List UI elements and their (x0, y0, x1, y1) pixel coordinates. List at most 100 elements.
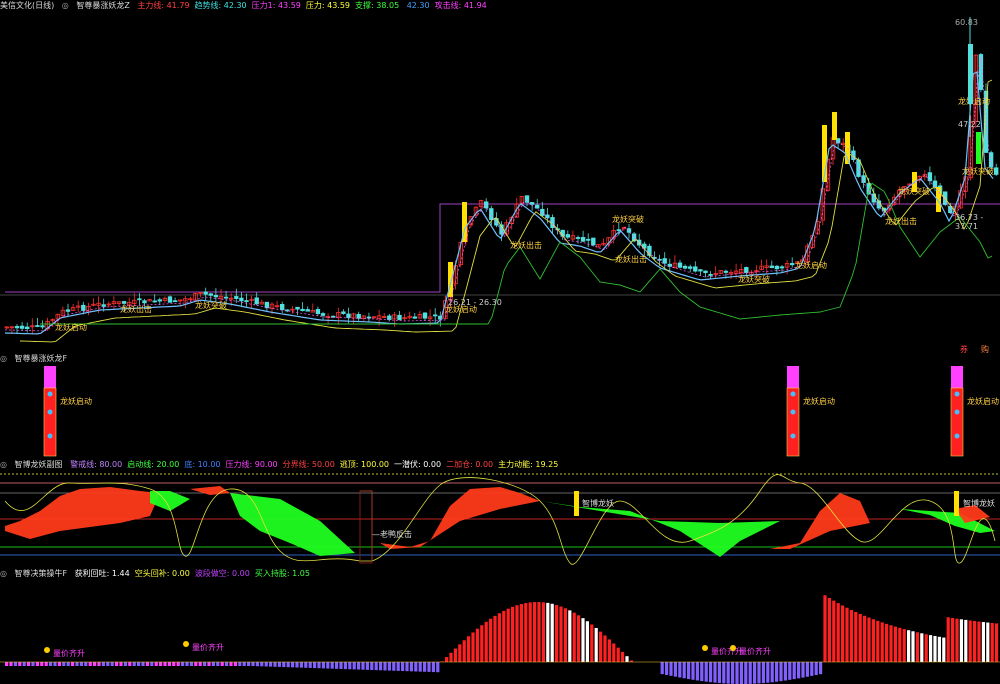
histogram-bar (251, 662, 255, 667)
histogram-bar (669, 662, 673, 676)
histogram-bar (533, 602, 537, 662)
histogram-bar (700, 662, 704, 682)
histogram-bar (489, 618, 493, 662)
candle-body (586, 238, 591, 241)
candle-body (234, 296, 239, 299)
histogram-bar (990, 622, 994, 662)
histogram-bar (392, 662, 396, 671)
signal-label: 龙妖启动 (958, 96, 990, 106)
candle-body (346, 313, 351, 318)
histogram-bar (9, 662, 13, 666)
butterfly-icon (954, 433, 960, 439)
histogram-bar (783, 662, 787, 681)
histogram-bar (414, 662, 418, 672)
main-chart[interactable]: 龙妖启动 龙妖出击 龙妖突破 龙妖启动 龙妖出击 龙妖突破 龙妖出击 龙妖突破 龙妖启动 龙妖出击… (0, 12, 1000, 355)
candle-body (81, 304, 86, 311)
histogram-bar (365, 662, 369, 670)
yellow-marker (574, 491, 579, 516)
signal-label: 龙妖出击 (885, 216, 917, 226)
panel2-chart[interactable]: 龙妖启动 龙妖启动 龙妖启动 (0, 364, 1000, 459)
coupon-icon[interactable]: 券 (960, 344, 968, 355)
panel2-title[interactable]: 智尊暴涨妖龙F (15, 354, 68, 363)
histogram-bar (775, 662, 779, 682)
candle-body (208, 293, 213, 296)
signal-label: 龙妖突破 (738, 274, 770, 284)
price-mark-2: 36.73 - 37.71 (955, 213, 984, 231)
osc-area (380, 487, 540, 549)
panel3-header: ◎ 智博龙妖副图 警戒线: 80.00 启动线: 20.00 底: 10.00 压力线… (0, 459, 568, 471)
histogram-bar (154, 662, 158, 666)
histogram-bar (326, 662, 330, 669)
histogram-bar (198, 662, 202, 666)
candle-body (121, 301, 127, 304)
histogram-bar (893, 626, 897, 662)
candle-body (223, 296, 229, 299)
histogram-bar (977, 621, 981, 662)
histogram-bar (577, 615, 581, 662)
histogram-bar (621, 651, 625, 662)
histogram-bar (867, 617, 871, 662)
panel3-title[interactable]: 智博龙妖副图 (15, 460, 63, 469)
panel3-tag: —老鸭反击 (372, 529, 412, 539)
histogram-bar (788, 662, 792, 680)
candle-body (254, 297, 259, 305)
candle-body (40, 325, 45, 328)
panel3-chart[interactable]: 智博龙妖 智博龙妖 —老鸭反击 (0, 471, 1000, 567)
histogram-bar (594, 627, 598, 662)
histogram-bar (330, 662, 334, 669)
stock-title[interactable]: 美信文化(日线) (0, 1, 54, 10)
histogram-bar (823, 595, 827, 662)
histogram-bar (150, 662, 154, 666)
histogram-bar (841, 605, 845, 662)
candle-body (535, 204, 540, 209)
histogram-bar (352, 662, 356, 670)
signal-label: 龙妖启动 (55, 322, 87, 332)
signal-stack-top (44, 366, 56, 388)
histogram-bar (964, 619, 968, 662)
histogram-bar (511, 606, 515, 662)
histogram-bar (541, 602, 545, 662)
histogram-bar (286, 662, 290, 668)
panel4-chart[interactable]: 量价齐升 量价齐升 量价齐升 量价齐升 (0, 580, 1000, 684)
candle-body (152, 300, 157, 303)
histogram-bar (946, 617, 950, 662)
panel4-param-2: 波段做空: 0.00 (194, 569, 250, 578)
panel2-icon: ◎ (0, 354, 7, 363)
buy-icon[interactable]: 购 (981, 344, 989, 355)
histogram-bar (181, 662, 185, 666)
candle-body (698, 269, 703, 272)
histogram-bar (361, 662, 365, 670)
histogram-bar (264, 662, 268, 667)
histogram-bar (22, 662, 26, 666)
candle-body (300, 308, 305, 312)
histogram-bar (308, 662, 312, 668)
panel3-params: 警戒线: 80.00 启动线: 20.00 底: 10.00 压力线: 90.00 分界… (70, 460, 563, 469)
histogram-bar (819, 662, 823, 675)
histogram-bar (480, 625, 484, 662)
histogram-bar (194, 662, 198, 666)
histogram-bar (167, 662, 171, 666)
signal-stack (43, 387, 57, 457)
signal-stack-top (951, 366, 963, 388)
histogram-bar (871, 619, 875, 662)
histogram-bar (797, 662, 801, 679)
histogram-bar (317, 662, 321, 669)
histogram-bar (238, 662, 242, 666)
histogram-bar (876, 620, 880, 662)
indicator-name[interactable]: 智尊暴涨妖龙Z (76, 1, 129, 10)
histogram-bar (18, 662, 22, 666)
histogram-bar (462, 640, 466, 662)
histogram-bar (770, 662, 774, 683)
candle-body (703, 270, 708, 273)
candle-body (856, 159, 861, 177)
candle-body (315, 309, 321, 314)
histogram-bar (229, 662, 233, 666)
histogram-bar (735, 662, 739, 684)
panel4-title[interactable]: 智尊决策操牛F (15, 569, 68, 578)
histogram-bar (383, 662, 387, 671)
histogram-bar (119, 662, 123, 666)
histogram-bar (559, 606, 563, 662)
price-mark-3: 26.21 - 26.30 (448, 298, 502, 307)
main-param-5: 42.30 (404, 1, 430, 10)
histogram-bar (898, 627, 902, 662)
